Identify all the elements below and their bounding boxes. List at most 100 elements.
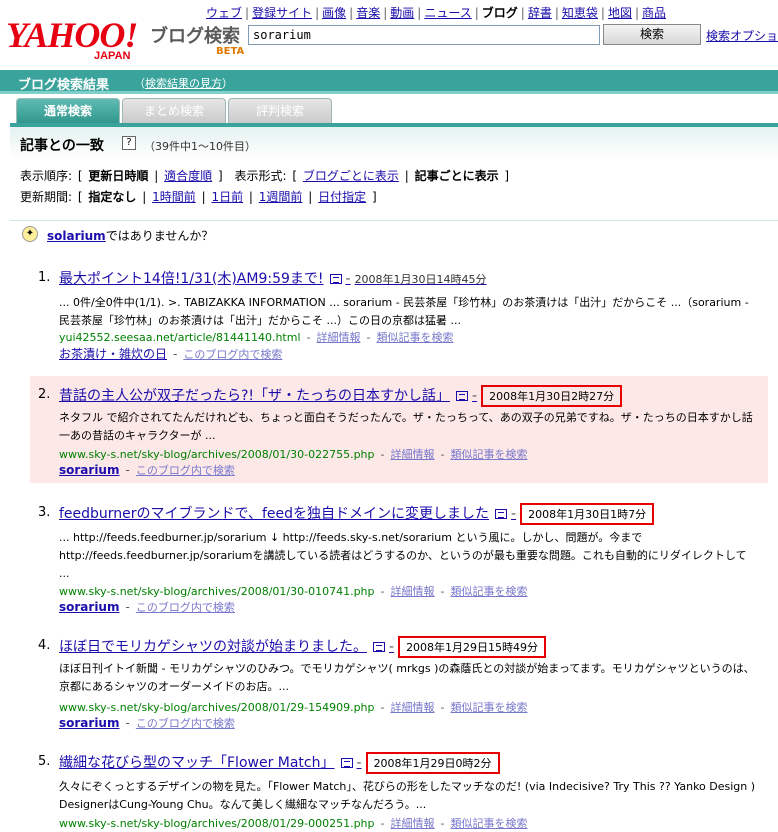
result-item: 2. 昔話の主人公が双子だったら?!「ザ・たっちの日本すかし話」 -2008年1月… bbox=[30, 385, 770, 485]
display-per-blog[interactable]: ブログごとに表示 bbox=[303, 169, 399, 183]
nav-video[interactable]: 動画 bbox=[390, 6, 414, 20]
result-blog: お茶漬け・雑炊の日 - このブログ内で検索 bbox=[59, 347, 283, 361]
lightbulb-icon: ✦ bbox=[22, 226, 38, 242]
period-options: 更新期間: [ 指定なし | 1時間前 | 1日前 | 1週間前 | 日付指定 … bbox=[20, 190, 377, 204]
period-label: 更新期間: bbox=[20, 190, 73, 204]
yahoo-japan-logo[interactable]: YAHOO! JAPAN bbox=[6, 14, 146, 64]
blog-search-link[interactable]: このブログ内で検索 bbox=[183, 348, 282, 361]
period-1-week[interactable]: 1週間前 bbox=[259, 190, 303, 204]
blog-search-link[interactable]: このブログ内で検索 bbox=[136, 601, 235, 614]
detail-link[interactable]: 詳細情報 bbox=[391, 448, 435, 461]
result-snippet: ... http://feeds.feedburner.jp/sorarium … bbox=[59, 531, 747, 580]
result-number: 1. bbox=[38, 270, 51, 285]
result-url: www.sky-s.net/sky-blog/archives/2008/01/… bbox=[59, 585, 528, 598]
feed-icon[interactable] bbox=[340, 758, 353, 768]
detail-link[interactable]: 詳細情報 bbox=[391, 817, 435, 830]
result-blog: sorarium - このブログ内で検索 bbox=[59, 600, 235, 614]
search-input[interactable] bbox=[248, 25, 600, 45]
beta-badge: BETA bbox=[216, 46, 245, 57]
results-header-bar: ブログ検索結果 （検索結果の見方） bbox=[0, 70, 778, 94]
sort-by-relevance[interactable]: 適合度順 bbox=[164, 169, 212, 183]
result-blog: sorarium - このブログ内で検索 bbox=[59, 716, 235, 730]
spelling-suggestion: ✦ solariumではありませんか？ bbox=[10, 220, 778, 246]
sort-by-date-current: 更新日時順 bbox=[88, 169, 149, 183]
detail-link[interactable]: 詳細情報 bbox=[391, 701, 435, 714]
result-number: 4. bbox=[38, 638, 51, 653]
blog-search-link[interactable]: このブログ内で検索 bbox=[136, 717, 235, 730]
result-title-link[interactable]: 最大ポイント14倍!1/31(木)AM9:59まで! -2008年1月30日14時… bbox=[59, 268, 487, 288]
feed-icon[interactable] bbox=[329, 274, 342, 284]
section-heading: 記事との一致 ? （39件中1～10件目） bbox=[10, 127, 778, 159]
period-1-hour[interactable]: 1時間前 bbox=[152, 190, 196, 204]
blog-name-link[interactable]: sorarium bbox=[59, 600, 119, 614]
feed-icon[interactable] bbox=[456, 391, 469, 401]
result-item: 5. 繊細な花びら型のマッチ「Flower Match」 -2008年1月29日0… bbox=[30, 752, 770, 832]
result-title-link[interactable]: feedburnerのマイブランドで、feedを独自ドメインに変更しました -20… bbox=[59, 503, 655, 525]
nav-chiebukuro[interactable]: 知恵袋 bbox=[562, 6, 598, 20]
suggestion-text: ではありませんか？ bbox=[105, 229, 214, 243]
detail-link[interactable]: 詳細情報 bbox=[317, 331, 361, 344]
result-url: www.sky-s.net/sky-blog/archives/2008/01/… bbox=[59, 701, 528, 714]
similar-articles-link[interactable]: 類似記事を検索 bbox=[450, 585, 527, 598]
suggestion-link[interactable]: solarium bbox=[47, 229, 106, 243]
result-number: 2. bbox=[38, 387, 51, 402]
search-button[interactable]: 検索 bbox=[603, 24, 701, 45]
period-unspecified-current: 指定なし bbox=[88, 190, 137, 204]
blog-name-link[interactable]: sorarium bbox=[59, 463, 119, 477]
nav-web[interactable]: ウェブ bbox=[206, 6, 242, 20]
feed-icon[interactable] bbox=[373, 642, 385, 652]
display-label: 表示形式: bbox=[234, 169, 287, 183]
top-navigation: ウェブ | 登録サイト | 画像 | 音楽 | 動画 | ニュース | ブログ | 辞書 | 知恵袋 | 地図 | 商品 bbox=[206, 6, 667, 20]
similar-articles-link[interactable]: 類似記事を検索 bbox=[376, 331, 453, 344]
nav-images[interactable]: 画像 bbox=[322, 6, 346, 20]
result-url: www.sky-s.net/sky-blog/archives/2008/01/… bbox=[59, 448, 528, 461]
help-icon[interactable]: ? bbox=[122, 136, 136, 150]
nav-sites[interactable]: 登録サイト bbox=[252, 6, 312, 20]
similar-articles-link[interactable]: 類似記事を検索 bbox=[450, 701, 527, 714]
result-snippet: ... 0件/全0件中(1/1). >. TABIZAKKA INFORMATI… bbox=[59, 296, 749, 327]
blog-name-link[interactable]: sorarium bbox=[59, 716, 119, 730]
search-options-link[interactable]: 検索オプション bbox=[706, 27, 778, 44]
results-help-link[interactable]: 検索結果の見方 bbox=[145, 77, 222, 90]
logo-subtext: JAPAN bbox=[94, 50, 131, 62]
blog-search-link[interactable]: このブログ内で検索 bbox=[136, 464, 235, 477]
nav-maps[interactable]: 地図 bbox=[608, 6, 632, 20]
result-number: 3. bbox=[38, 505, 51, 520]
result-title-link[interactable]: 繊細な花びら型のマッチ「Flower Match」 -2008年1月29日0時2分 bbox=[59, 752, 500, 774]
similar-articles-link[interactable]: 類似記事を検索 bbox=[450, 448, 527, 461]
display-per-article-current: 記事ごとに表示 bbox=[414, 169, 499, 183]
period-date-specify[interactable]: 日付指定 bbox=[318, 190, 366, 204]
service-title: ブログ検索 bbox=[150, 26, 240, 47]
blog-name-link[interactable]: お茶漬け・雑炊の日 bbox=[59, 347, 167, 361]
detail-link[interactable]: 詳細情報 bbox=[391, 585, 435, 598]
nav-shopping[interactable]: 商品 bbox=[642, 6, 666, 20]
nav-dictionary[interactable]: 辞書 bbox=[528, 6, 552, 20]
tab-reputation-search[interactable]: 評判検索 bbox=[228, 98, 332, 124]
result-snippet: ネタフル で紹介されてたんだけれども、ちょっと面白そうだったんで。ザ・たっちって… bbox=[59, 411, 753, 442]
section-title: 記事との一致 bbox=[20, 138, 104, 154]
result-url: www.sky-s.net/sky-blog/archives/2008/01/… bbox=[59, 817, 528, 830]
similar-articles-link[interactable]: 類似記事を検索 bbox=[450, 817, 527, 830]
tab-normal-search[interactable]: 通常検索 bbox=[16, 98, 120, 124]
sort-options: 表示順序: [ 更新日時順 | 適合度順 ] 表示形式: [ ブログごとに表示 … bbox=[20, 169, 510, 183]
result-blog: sorarium - このブログ内で検索 bbox=[59, 463, 235, 477]
result-title-link[interactable]: ほぼ日でモリカゲシャツの対談が始まりました。 -2008年1月29日15時49分 bbox=[59, 636, 547, 658]
results-title: ブログ検索結果 bbox=[18, 78, 110, 93]
result-snippet: 久々にぞくっとするデザインの物を見た。「Flower Match」、花びらの形を… bbox=[59, 780, 756, 811]
result-item: 3. feedburnerのマイブランドで、feedを独自ドメインに変更しました… bbox=[30, 503, 770, 614]
result-item: 4. ほぼ日でモリカゲシャツの対談が始まりました。 -2008年1月29日15時4… bbox=[30, 636, 770, 731]
feed-icon[interactable] bbox=[495, 509, 508, 519]
nav-news[interactable]: ニュース bbox=[424, 6, 471, 20]
period-1-day[interactable]: 1日前 bbox=[211, 190, 243, 204]
result-date-highlighted: 2008年1月30日1時7分 bbox=[520, 503, 655, 525]
nav-blog-current: ブログ bbox=[481, 6, 518, 20]
result-date-highlighted: 2008年1月29日0時2分 bbox=[365, 752, 500, 774]
results-help: （検索結果の見方） bbox=[134, 77, 233, 90]
result-date: 2008年1月30日14時45分 bbox=[354, 273, 487, 286]
result-url: yui42552.seesaa.net/article/81441140.htm… bbox=[59, 331, 454, 344]
result-title-link[interactable]: 昔話の主人公が双子だったら?!「ザ・たっちの日本すかし話」 -2008年1月30日… bbox=[59, 385, 623, 407]
tab-summary-search[interactable]: まとめ検索 bbox=[122, 98, 226, 124]
nav-music[interactable]: 音楽 bbox=[356, 6, 380, 20]
result-number: 5. bbox=[38, 754, 51, 769]
result-date-highlighted: 2008年1月29日15時49分 bbox=[398, 636, 547, 658]
